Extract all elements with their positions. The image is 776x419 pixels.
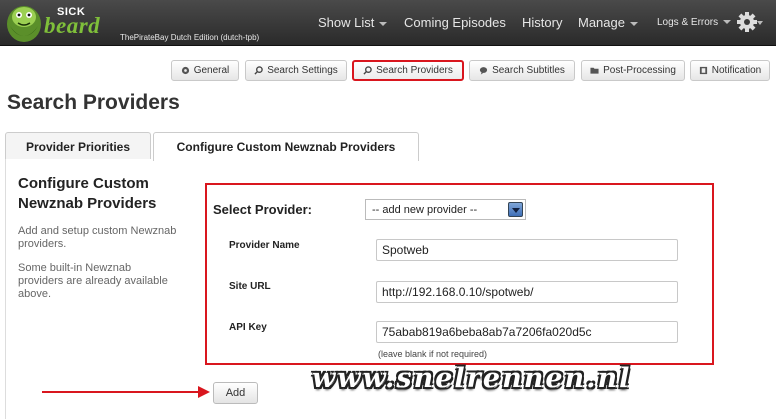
dropdown-arrow-icon [508,202,523,217]
gear-icon [181,66,189,75]
tab-provider-priorities[interactable]: Provider Priorities [5,132,151,160]
provider-select[interactable]: -- add new provider -- [365,199,526,220]
api-key-label: API Key [229,322,267,333]
config-search-settings-button[interactable]: Search Settings [245,60,347,81]
chevron-down-icon [723,20,732,25]
chevron-down-icon [379,21,388,26]
tab-configure-custom-newznab[interactable]: Configure Custom Newznab Providers [153,132,419,161]
config-general-button[interactable]: General [171,60,239,81]
speech-bubble-icon [479,67,488,75]
nav-logs-errors[interactable]: Logs & Errors [657,17,732,28]
sickbeard-logo[interactable]: SICK beard [4,2,122,44]
top-navbar: SICK beard ThePirateBay Dutch Edition (d… [0,0,776,46]
add-provider-button[interactable]: Add [213,382,258,404]
section-title: Configure Custom Newznab Providers [18,175,157,212]
app-subtitle: ThePirateBay Dutch Edition (dutch-tpb) [120,33,260,42]
logo-text: beard [44,13,101,38]
site-url-label: Site URL [229,281,271,292]
section-description: Add and setup custom Newznab providers. [18,225,177,250]
select-provider-label: Select Provider: [213,202,312,217]
api-key-hint: (leave blank if not required) [378,349,488,359]
section-note: Some built-in Newznab providers are alre… [18,262,168,300]
api-key-input[interactable] [376,321,678,343]
gear-icon [737,12,763,32]
nav-history[interactable]: History [522,15,562,30]
config-search-providers-button[interactable]: Search Providers [352,60,464,81]
annotation-arrow-head-icon [198,386,210,398]
search-icon [254,66,263,75]
config-notification-button[interactable]: Notification [690,60,770,81]
provider-name-label: Provider Name [229,240,300,251]
chevron-down-icon [629,21,638,26]
sickbeard-mascot-icon [7,6,41,42]
folder-icon [590,67,599,74]
annotation-arrow-line [42,391,202,393]
settings-menu[interactable] [737,11,763,33]
page-title: Search Providers [7,91,180,114]
nav-coming-episodes[interactable]: Coming Episodes [404,15,506,30]
site-url-input[interactable] [376,281,678,303]
watermark: www.snelrennen.nl [312,363,632,394]
nav-show-list[interactable]: Show List [318,15,388,30]
provider-name-input[interactable] [376,239,678,261]
provider-select-value: -- add new provider -- [372,203,478,216]
search-icon [363,66,372,75]
config-search-subtitles-button[interactable]: Search Subtitles [469,60,575,81]
nav-manage[interactable]: Manage [578,15,638,30]
config-post-processing-button[interactable]: Post-Processing [581,60,685,81]
notification-icon [699,66,707,75]
